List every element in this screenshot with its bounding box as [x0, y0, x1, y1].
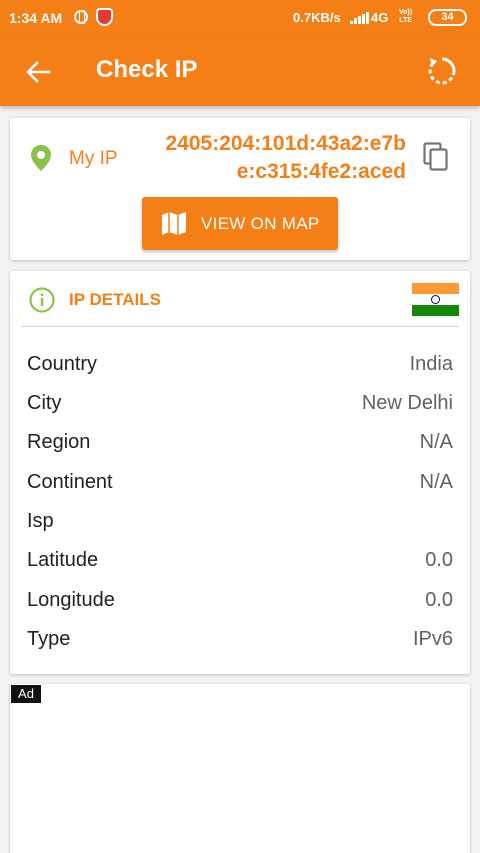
page-title: Check IP — [96, 56, 198, 83]
network-type: 4G — [371, 10, 389, 25]
battery-indicator: 34 — [428, 9, 467, 26]
detail-row-region: Region N/A — [27, 431, 453, 457]
view-on-map-label: VIEW ON MAP — [201, 214, 320, 233]
map-icon — [161, 211, 187, 236]
detail-value: N/A — [419, 471, 453, 493]
detail-value: IPv6 — [412, 628, 453, 650]
view-on-map-button[interactable]: VIEW ON MAP — [142, 197, 338, 250]
status-time: 1:34 AM — [9, 10, 63, 26]
volte-indicator: Vo)) LTE — [399, 9, 412, 25]
detail-row-type: Type IPv6 — [27, 628, 453, 654]
globe-icon — [74, 10, 88, 24]
detail-key: Isp — [27, 510, 54, 532]
volte-bottom: LTE — [399, 17, 412, 24]
detail-key: Type — [27, 628, 71, 650]
app-bar: Check IP — [0, 36, 480, 106]
ip-address: 2405:204:101d:43a2:e7b e:c315:4fe2:aced — [128, 130, 407, 186]
detail-key: Region — [27, 431, 91, 453]
detail-row-isp: Isp — [27, 510, 453, 536]
ip-details-card: IP DETAILS Country India City New Delhi … — [10, 271, 470, 674]
ad-badge: Ad — [11, 685, 41, 703]
divider — [21, 326, 459, 327]
detail-value: India — [409, 353, 453, 375]
ip-address-line1: 2405:204:101d:43a2:e7b — [165, 132, 407, 155]
detail-key: Country — [27, 353, 98, 375]
refresh-icon[interactable] — [426, 55, 458, 87]
ip-address-line2: e:c315:4fe2:aced — [236, 160, 406, 183]
location-pin-icon — [30, 145, 52, 171]
detail-value: New Delhi — [361, 392, 453, 414]
detail-row-country: Country India — [27, 353, 453, 379]
detail-row-city: City New Delhi — [27, 392, 453, 418]
shield-icon — [96, 8, 113, 26]
detail-row-longitude: Longitude 0.0 — [27, 589, 453, 615]
detail-row-continent: Continent N/A — [27, 471, 453, 497]
detail-value: 0.0 — [425, 549, 453, 571]
my-ip-card: My IP 2405:204:101d:43a2:e7b e:c315:4fe2… — [10, 118, 470, 260]
my-ip-label: My IP — [69, 148, 118, 169]
info-icon — [29, 287, 55, 313]
net-speed: 0.7KB/s — [293, 10, 341, 25]
volte-top: Vo)) — [399, 9, 413, 16]
ip-details-title: IP DETAILS — [69, 290, 161, 309]
detail-key: Continent — [27, 471, 113, 493]
detail-key: Latitude — [27, 549, 99, 571]
signal-icon — [350, 12, 369, 24]
detail-value: N/A — [419, 431, 453, 453]
status-bar: 1:34 AM 0.7KB/s 4G Vo)) LTE 34 — [0, 0, 480, 36]
detail-value: 0.0 — [425, 589, 453, 611]
arrow-left-icon[interactable] — [24, 58, 52, 86]
detail-key: City — [27, 392, 62, 414]
india-flag-icon — [412, 283, 459, 316]
detail-key: Longitude — [27, 589, 115, 611]
copy-icon[interactable] — [423, 142, 449, 172]
ad-banner[interactable]: Ad — [10, 684, 470, 853]
detail-row-latitude: Latitude 0.0 — [27, 549, 453, 575]
